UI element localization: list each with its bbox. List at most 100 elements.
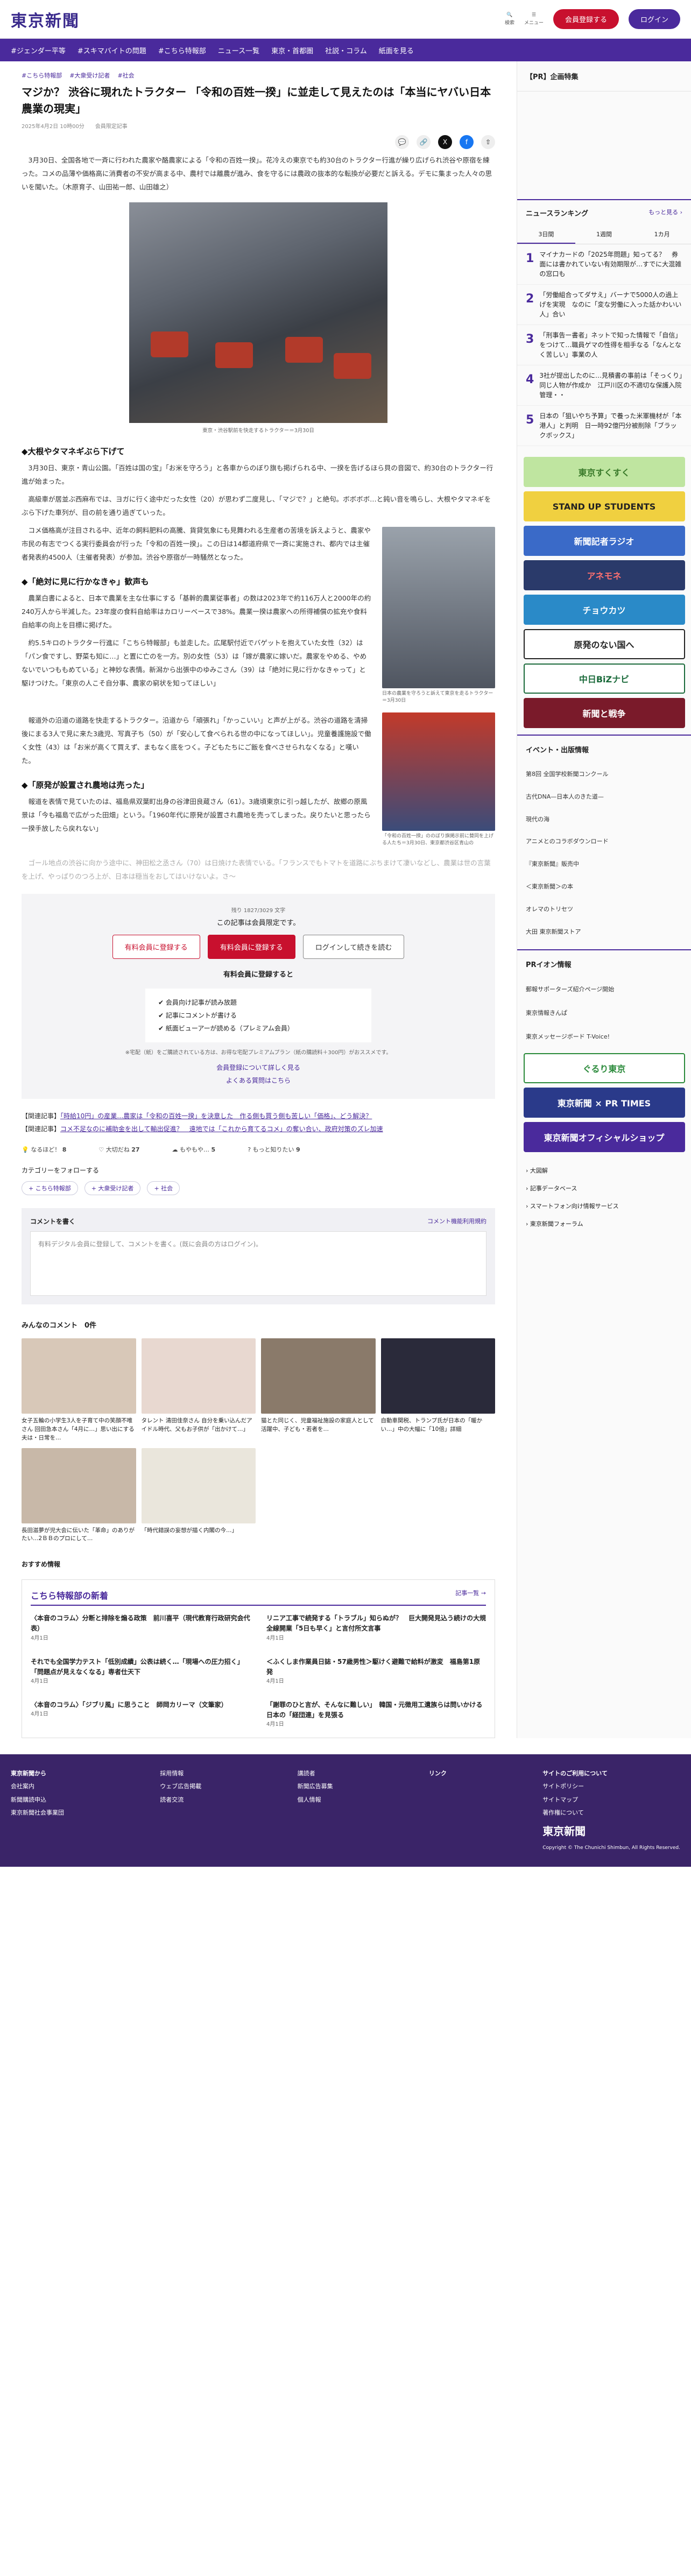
side-link[interactable]: › 記事データベース — [526, 1180, 682, 1197]
banner[interactable]: 東京新聞 × PR TIMES — [523, 1088, 685, 1118]
tag-link[interactable]: #大衆受け記者 — [69, 71, 110, 80]
reaction-button[interactable]: 💡 なるほど！ 8 — [22, 1145, 66, 1154]
footer-link[interactable]: 読者交流 — [160, 1794, 201, 1806]
comment-input[interactable]: 有料デジタル会員に登録して、コメントを書く。(既に会員の方はログイン)。 — [30, 1231, 486, 1296]
ranking-item[interactable]: 5 日本の「狙いやち予算」で養った米軍機材が「本港人」と判明 日一時92億円分被削… — [517, 406, 691, 446]
share-icon[interactable]: ⇧ — [481, 135, 495, 149]
article-main: #こちら特報部 #大衆受け記者 #社会 マジか？ 渋谷に現れたトラクター 「令和… — [0, 61, 517, 1739]
ir-item[interactable]: 東京情報きんぱ — [526, 1001, 682, 1025]
signup-button[interactable]: 会員登録する — [553, 9, 619, 29]
reaction-button[interactable]: ? もっと知りたい 9 — [248, 1145, 300, 1154]
recommend-title: おすすめ情報 — [22, 1561, 61, 1569]
recommend-card[interactable]: タレント 清田佳奈さん 自分を乗い込んだアイドル時代、父もお子供が「出かけて…」 — [141, 1338, 256, 1442]
reaction-button[interactable]: ☁ もやもや… 5 — [172, 1145, 216, 1154]
event-item[interactable]: 現代の海 — [526, 808, 682, 831]
recommend-card[interactable]: 「時代錯誤の妄想が描く内閣の今…」 — [141, 1448, 256, 1544]
tag-link[interactable]: #社会 — [117, 71, 134, 80]
tab-3days[interactable]: 3日間 — [517, 225, 575, 244]
membership-info-link[interactable]: 会員登録について詳しく見る — [43, 1061, 474, 1074]
ranking-item[interactable]: 4 3社が提出したのに…見積書の事前は「そっくり」同じ人物が作成か 江戸川区の不適… — [517, 365, 691, 406]
banner[interactable]: 原発のない国へ — [523, 629, 685, 659]
tab-1week[interactable]: 1週間 — [575, 225, 633, 244]
faq-link[interactable]: よくある質問はこちら — [43, 1074, 474, 1087]
footer-link[interactable]: 採用情報 — [160, 1767, 201, 1780]
x-share-icon[interactable]: X — [438, 135, 452, 149]
register-paid-button[interactable]: 有料会員に登録する — [207, 935, 295, 959]
comment-icon[interactable]: 💬 — [395, 135, 409, 149]
related-link[interactable]: コメ不足なのに補助金を出して輸出促進？ 遠地では「これから育てるコメ」の奪い合い… — [60, 1125, 383, 1133]
tokuho-item[interactable]: 「謝罪のひと言が、そんなに難しい」 韓国・元徴用工遺族らは問いかける 日本の「経… — [266, 1700, 489, 1729]
nav-item[interactable]: #こちら特報部 — [158, 45, 206, 55]
banner[interactable]: STAND UP STUDENTS — [523, 491, 685, 521]
recommend-card[interactable]: 自動車関税、トランプ氏が日本の「暖かい…」中の大幅に「10倍」詳細 — [380, 1338, 495, 1442]
footer-link[interactable]: 新聞広告募集 — [298, 1780, 333, 1793]
link-icon[interactable]: 🔗 — [417, 135, 431, 149]
register-button[interactable]: 有料会員に登録する — [112, 935, 200, 959]
search-button[interactable]: 🔍 検索 — [505, 12, 514, 26]
ranking-item[interactable]: 3 「刑事告ー書者」ネットで知った情報で「自信」をつけて…職員ゲマの性得を相手なる… — [517, 325, 691, 365]
ranking-item[interactable]: 1 マイナカードの「2025年問題」知ってる？ 券面には書かれていない有効期限が…… — [517, 244, 691, 285]
footer-link[interactable]: 東京新聞社会事業団 — [11, 1806, 64, 1819]
side-link[interactable]: › 大図解 — [526, 1162, 682, 1180]
comment-rules-link[interactable]: コメント機能利用規約 — [427, 1217, 486, 1226]
login-continue-button[interactable]: ログインして続きを読む — [302, 935, 405, 959]
event-item[interactable]: 大田 東京新聞ストア — [526, 921, 682, 943]
event-item[interactable]: 『東京新聞』販売中 — [526, 853, 682, 876]
footer-link[interactable]: サイトマップ — [542, 1794, 680, 1806]
footer-link[interactable]: サイトポリシー — [542, 1780, 680, 1793]
recommend-card[interactable]: 女子五輪の小学生3人を子育て中の笑顔不唯さん 回田急本さん「4月に…」思い出にす… — [22, 1338, 136, 1442]
footer-link[interactable]: ウェブ広告掲載 — [160, 1780, 201, 1793]
nav-item[interactable]: 社説・コラム — [325, 45, 367, 55]
tokuho-item[interactable]: 〈本音のコラム〉分断と排除を煽る政策 前川喜平（現代教育行政研究会代表） 4月1日 — [31, 1613, 250, 1642]
ir-item[interactable]: 東京メッセージボード T-Voice! — [526, 1025, 682, 1049]
tokuho-item[interactable]: ＜ふくしま作業員日誌・57歳男性＞駆けく避難で給料が激変 福島第1原発 4月1日 — [266, 1657, 486, 1686]
nav-item[interactable]: #スキマバイトの問題 — [77, 45, 146, 55]
banner[interactable]: 新聞と戦争 — [523, 698, 685, 728]
footer-link[interactable]: 会社案内 — [11, 1780, 64, 1793]
recommend-card[interactable]: 猫とた同じく、児童福祉施設の家庭人として活躍中、子ども・若者を… — [261, 1338, 376, 1442]
event-item[interactable]: 古代DNA—日本人のきた道— — [526, 786, 682, 808]
ranking-more-link[interactable]: もっと見る › — [648, 208, 682, 218]
ir-item[interactable]: 郵報サポーターズ紹介ページ開始 — [526, 978, 682, 1001]
banner[interactable]: ぐるり東京 — [523, 1053, 685, 1084]
nav-item[interactable]: ニュース一覧 — [218, 45, 259, 55]
event-item[interactable]: アニメとのコラボダウンロード — [526, 830, 682, 853]
reaction-button[interactable]: ♡ 大切だね 27 — [98, 1145, 139, 1154]
tokuho-item[interactable]: 〈本音のコラム〉「ジブリ風」に思うこと 師岡カリーマ（文筆家） 4月1日 — [31, 1700, 250, 1729]
related-articles: 【関連記事】「時給10円」の産業…農家は「令和の百姓一揆」を決意した 作る側も買… — [22, 1110, 495, 1135]
side-link[interactable]: › スマートフォン向け情報サービス — [526, 1197, 682, 1215]
banner[interactable]: チョウカツ — [523, 595, 685, 625]
tag-link[interactable]: #こちら特報部 — [22, 71, 62, 80]
related-link[interactable]: 「時給10円」の産業…農家は「令和の百姓一揆」を決意した 作る側も買う側も苦しい… — [60, 1112, 372, 1120]
login-button[interactable]: ログイン — [628, 9, 680, 29]
banner[interactable]: 中日BiZナビ — [523, 664, 685, 694]
nav-item[interactable]: 紙面を見る — [379, 45, 414, 55]
event-item[interactable]: 第8回 全国学校新聞コンクール — [526, 763, 682, 786]
footer-link[interactable]: 新聞購読申込 — [11, 1794, 64, 1806]
follow-tag[interactable]: + こちら特報部 — [22, 1181, 78, 1196]
side-link[interactable]: › 東京新聞フォーラム — [526, 1215, 682, 1233]
tokuho-item[interactable]: リニア工事で続発する「トラブル」知らぬが？ 巨大開発見込う続けの大規 全線開業「… — [266, 1613, 492, 1642]
footer-link[interactable]: 個人情報 — [298, 1794, 333, 1806]
banner[interactable]: 東京すくすく — [523, 457, 685, 487]
nav-item[interactable]: #ジェンダー平等 — [11, 45, 66, 55]
ranking-item[interactable]: 2 「労働組合ってダサえ」バーナで5000人の過上げを実現 なのに「変な労働に入っ… — [517, 285, 691, 325]
menu-button[interactable]: ☰ メニュー — [524, 12, 544, 26]
site-logo[interactable]: 東京新聞 — [11, 8, 80, 31]
nav-item[interactable]: 東京・首都圏 — [271, 45, 313, 55]
tokuho-item[interactable]: それでも全国学力テスト「低別成績」公表は続く…「現場への圧力招く」「問題点が見え… — [31, 1657, 250, 1686]
site-footer: 東京新聞から 会社案内 新聞購読申込 東京新聞社会事業団 採用情報 ウェブ広告掲… — [0, 1754, 691, 1867]
banner[interactable]: 新聞記者ラジオ — [523, 526, 685, 556]
follow-tag[interactable]: + 大衆受け記者 — [84, 1181, 141, 1196]
banner[interactable]: アネモネ — [523, 560, 685, 590]
footer-link[interactable]: 著作権について — [542, 1806, 680, 1819]
event-item[interactable]: ＜東京新聞＞の本 — [526, 876, 682, 898]
banner[interactable]: 東京新聞オフィシャルショップ — [523, 1122, 685, 1153]
follow-tag[interactable]: + 社会 — [147, 1181, 180, 1196]
recommend-card[interactable]: 長田滋夢が児大会に伝いた「革命」のありがたい…2ＢＢのプロにして… — [22, 1448, 136, 1544]
tokuho-more-link[interactable]: 記事一覧 → — [455, 1589, 486, 1601]
tab-1month[interactable]: 1カ月 — [633, 225, 691, 244]
facebook-share-icon[interactable]: f — [460, 135, 474, 149]
event-item[interactable]: オレマのトリセツ — [526, 898, 682, 921]
footer-link[interactable]: 講読者 — [298, 1767, 333, 1780]
